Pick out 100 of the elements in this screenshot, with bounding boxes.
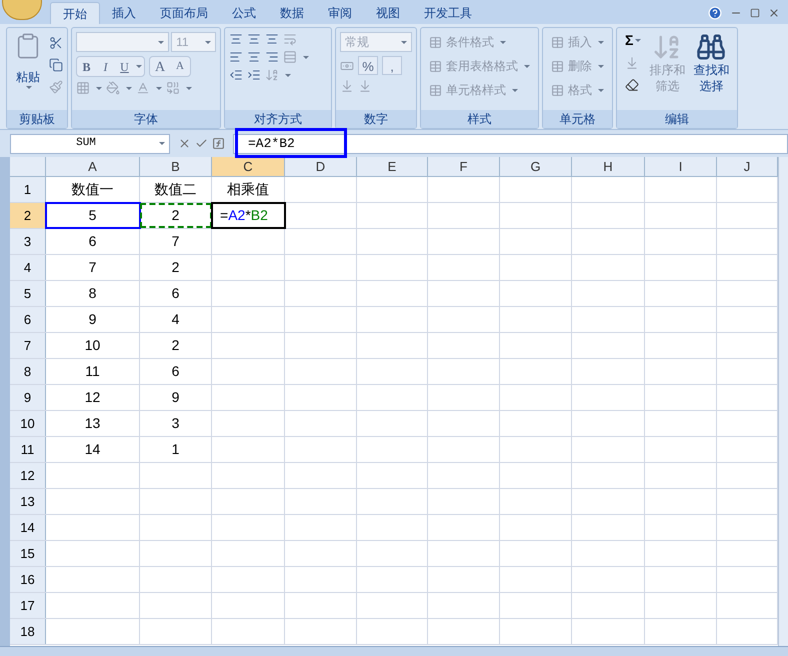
- caret-icon: [512, 88, 518, 92]
- column-header[interactable]: C: [212, 157, 285, 176]
- row-header[interactable]: 15: [10, 541, 46, 566]
- column-header[interactable]: A: [46, 157, 140, 176]
- row-header[interactable]: 5: [10, 281, 46, 306]
- caret-icon: [126, 86, 132, 90]
- formula-field[interactable]: =A2*B2: [233, 134, 788, 154]
- row-header[interactable]: 16: [10, 567, 46, 592]
- row-header[interactable]: 18: [10, 619, 46, 644]
- row-header[interactable]: 12: [10, 463, 46, 488]
- align-top-icon[interactable]: [229, 32, 243, 46]
- ribbon-tab[interactable]: 页面布局: [148, 2, 220, 24]
- row-header[interactable]: 10: [10, 411, 46, 436]
- autosum-button[interactable]: Σ: [625, 32, 642, 48]
- name-box[interactable]: SUM: [10, 134, 170, 154]
- row-header[interactable]: 7: [10, 333, 46, 358]
- align-left-icon[interactable]: [229, 50, 243, 64]
- caret-icon: [26, 86, 32, 89]
- ribbon-tab[interactable]: 视图: [364, 2, 412, 24]
- align-middle-icon[interactable]: [247, 32, 261, 46]
- cut-icon[interactable]: [49, 36, 63, 50]
- row-header[interactable]: 13: [10, 489, 46, 514]
- caret-icon: [285, 74, 291, 76]
- fill-icon[interactable]: [625, 56, 639, 70]
- help-icon[interactable]: [708, 6, 722, 20]
- brush-icon[interactable]: [49, 80, 63, 94]
- paste-button[interactable]: 粘贴: [11, 32, 45, 89]
- column-header[interactable]: E: [357, 157, 428, 176]
- caret-icon: [598, 64, 604, 68]
- ribbon-tab[interactable]: 公式: [220, 2, 268, 24]
- fill-color-icon[interactable]: [106, 81, 120, 95]
- caret-icon: [303, 56, 309, 58]
- table-cell-text: 6: [88, 232, 96, 251]
- row-header[interactable]: 17: [10, 593, 46, 618]
- table-icon: [429, 60, 442, 72]
- column-header[interactable]: F: [428, 157, 500, 176]
- number-style-button[interactable]: %: [358, 56, 378, 75]
- group-label: 剪贴板: [18, 111, 56, 128]
- indent-decrease-icon[interactable]: [229, 68, 243, 82]
- column-header[interactable]: G: [500, 157, 572, 176]
- ribbon-tab[interactable]: 开始: [50, 2, 100, 24]
- scrollbar[interactable]: [778, 157, 788, 646]
- font-color-icon[interactable]: [136, 81, 150, 95]
- format-button[interactable]: B: [77, 57, 96, 76]
- ribbon-tab[interactable]: 插入: [100, 2, 148, 24]
- function-icon[interactable]: [212, 137, 225, 150]
- caret-icon: [158, 40, 164, 44]
- table-cell-text: 数值一: [72, 180, 114, 199]
- row-header[interactable]: 2: [10, 203, 46, 228]
- row-header[interactable]: 8: [10, 359, 46, 384]
- align-bottom-icon[interactable]: [265, 32, 279, 46]
- restore-icon[interactable]: [750, 8, 760, 18]
- table-icon: [551, 84, 564, 96]
- align-right-icon[interactable]: [265, 50, 279, 64]
- close-icon[interactable]: [768, 7, 780, 19]
- formula-entry[interactable]: =A2*B2: [212, 205, 284, 226]
- binoculars-icon: [696, 32, 726, 62]
- align-center-icon[interactable]: [247, 50, 261, 64]
- ribbon-large-button[interactable]: 查找和 选择: [693, 32, 730, 110]
- copy-icon[interactable]: [49, 58, 63, 72]
- caret-icon: [159, 142, 165, 145]
- row-header[interactable]: 4: [10, 255, 46, 280]
- grow-font-button[interactable]: A: [150, 57, 170, 76]
- table-cell-text: 13: [84, 414, 100, 433]
- caret-icon: [96, 86, 102, 90]
- shrink-font-button[interactable]: A: [170, 57, 190, 76]
- table-icon: [429, 36, 442, 48]
- caret-icon: [524, 64, 530, 68]
- cancel-icon[interactable]: [178, 137, 191, 150]
- eraser-icon[interactable]: [625, 78, 639, 92]
- column-header[interactable]: J: [717, 157, 778, 176]
- row-header[interactable]: 14: [10, 515, 46, 540]
- column-header[interactable]: I: [645, 157, 717, 176]
- table-cell-text: 7: [88, 258, 96, 277]
- format-button[interactable]: I: [96, 57, 115, 76]
- caret-icon: [156, 86, 162, 90]
- row-header[interactable]: 9: [10, 385, 46, 410]
- ribbon-tab[interactable]: 开发工具: [412, 2, 484, 24]
- table-cell-text: 1: [172, 440, 180, 459]
- indent-increase-icon[interactable]: [247, 68, 261, 82]
- group-label: 单元格: [558, 111, 596, 128]
- table-icon: [551, 60, 564, 72]
- border-icon[interactable]: [76, 81, 90, 95]
- row-header[interactable]: 6: [10, 307, 46, 332]
- column-header[interactable]: B: [140, 157, 212, 176]
- ribbon-tab[interactable]: 审阅: [316, 2, 364, 24]
- caret-icon: [635, 38, 642, 42]
- column-header[interactable]: D: [285, 157, 357, 176]
- row-header[interactable]: 3: [10, 229, 46, 254]
- column-header[interactable]: H: [572, 157, 645, 176]
- row-header[interactable]: 11: [10, 437, 46, 462]
- table-cell-text: 7: [172, 232, 180, 251]
- table-cell-text: 6: [172, 284, 180, 303]
- table-cell-text: 9: [88, 310, 96, 329]
- caret-icon: [136, 65, 142, 68]
- row-header[interactable]: 1: [10, 177, 46, 202]
- font-name-field[interactable]: [76, 32, 170, 52]
- format-button[interactable]: U: [115, 57, 134, 76]
- ribbon-tab[interactable]: 数据: [268, 2, 316, 24]
- number-style-button[interactable]: ,: [382, 56, 402, 75]
